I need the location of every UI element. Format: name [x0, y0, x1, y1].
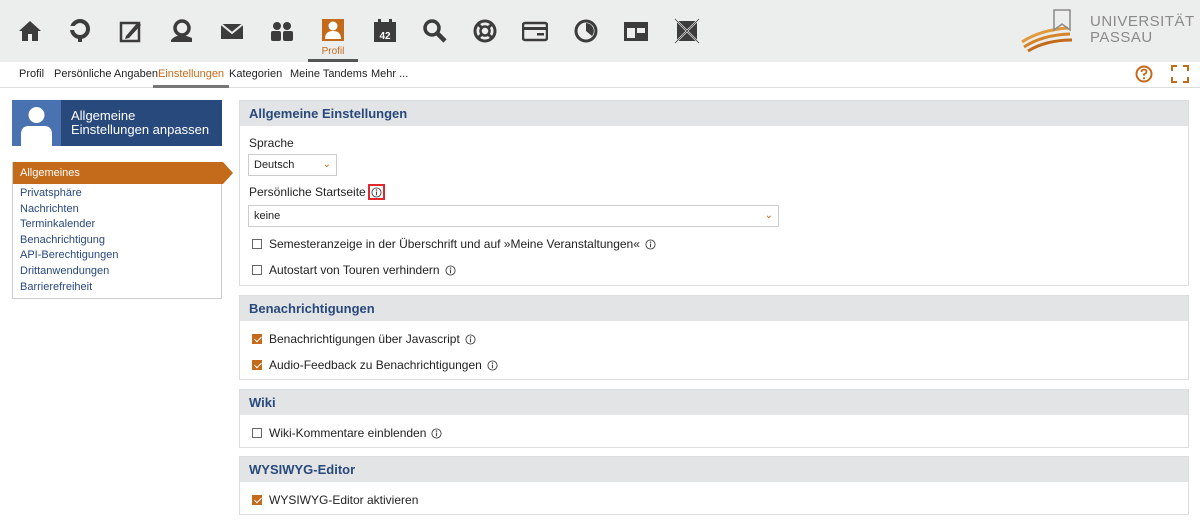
- js-notifications-row[interactable]: Benachrichtigungen über Javascript: [252, 332, 476, 346]
- sidebar-banner-title: Allgemeine Einstellungen anpassen: [71, 109, 209, 137]
- stats-icon[interactable]: [572, 18, 600, 48]
- people-icon[interactable]: [268, 18, 296, 48]
- profile-subnavigation: Profil Persönliche Angaben Einstellungen…: [0, 62, 1200, 88]
- js-notifications-label: Benachrichtigungen über Javascript: [269, 332, 460, 346]
- logo-line-1: UNIVERSITÄT: [1090, 13, 1195, 30]
- tab-persoenliche-angaben[interactable]: Persönliche Angaben: [49, 62, 163, 88]
- info-icon[interactable]: [645, 238, 656, 250]
- sidebar-menu: Allgemeines Privatsphäre Nachrichten Ter…: [12, 162, 233, 299]
- tab-einstellungen[interactable]: Einstellungen: [153, 62, 230, 88]
- autostart-checkbox[interactable]: [252, 265, 262, 275]
- info-icon: [371, 187, 382, 198]
- autostart-option-row[interactable]: Autostart von Touren verhindern: [252, 263, 456, 277]
- user-silhouette-icon: [12, 100, 61, 146]
- sidebar-item-barrierefreiheit[interactable]: Barrierefreiheit: [13, 280, 221, 296]
- logo-mark: [1021, 9, 1073, 53]
- startpage-select[interactable]: keine ⌄: [248, 205, 779, 227]
- wiki-panel: Wiki Wiki-Kommentare einblenden: [239, 389, 1189, 448]
- startpage-label-row: Persönliche Startseite: [249, 184, 385, 200]
- search-icon[interactable]: [421, 18, 449, 48]
- startpage-label: Persönliche Startseite: [249, 185, 366, 199]
- wysiwyg-enable-checkbox[interactable]: [252, 495, 262, 505]
- info-icon[interactable]: [445, 264, 456, 276]
- sidebar-item-nachrichten[interactable]: Nachrichten: [13, 202, 221, 218]
- startpage-info-highlight[interactable]: [367, 184, 385, 200]
- wiki-comments-checkbox[interactable]: [252, 428, 262, 438]
- sidebar-item-drittanwendungen[interactable]: Drittanwendungen: [13, 264, 221, 280]
- notifications-panel: Benachrichtigungen Benachrichtigungen üb…: [239, 295, 1189, 380]
- autostart-option-label: Autostart von Touren verhindern: [269, 263, 440, 277]
- sidebar-item-terminkalender[interactable]: Terminkalender: [13, 217, 221, 233]
- chevron-down-icon: ⌄: [764, 210, 773, 221]
- language-select[interactable]: Deutsch ⌄: [248, 154, 337, 176]
- info-icon[interactable]: [487, 359, 498, 371]
- help-icon[interactable]: [1135, 65, 1153, 83]
- wysiwyg-enable-label: WYSIWYG-Editor aktivieren: [269, 493, 419, 507]
- audio-feedback-label: Audio-Feedback zu Benachrichtigungen: [269, 358, 482, 372]
- wiki-comments-row[interactable]: Wiki-Kommentare einblenden: [252, 426, 442, 440]
- js-notifications-checkbox[interactable]: [252, 334, 262, 344]
- general-settings-title: Allgemeine Einstellungen: [240, 101, 1188, 126]
- fullscreen-icon[interactable]: [1171, 65, 1189, 83]
- avatar: [12, 100, 61, 146]
- sidebar-banner: Allgemeine Einstellungen anpassen: [12, 100, 222, 146]
- tab-profil[interactable]: Profil: [14, 62, 49, 88]
- wysiwyg-enable-row[interactable]: WYSIWYG-Editor aktivieren: [252, 493, 418, 507]
- sidebar-item-privatsphaere[interactable]: Privatsphäre: [13, 186, 221, 202]
- profile-nav-label: Profil: [321, 46, 345, 57]
- logo-line-2: PASSAU: [1090, 29, 1153, 46]
- startpage-select-value: keine: [254, 210, 281, 222]
- sidebar-banner-title-line-1: Allgemeine: [71, 108, 136, 123]
- profile-nav-item[interactable]: Profil: [308, 16, 358, 62]
- sidebar-banner-title-line-2: Einstellungen anpassen: [71, 122, 210, 137]
- sidebar-item-allgemeines[interactable]: Allgemeines: [13, 162, 233, 184]
- sidebar-item-benachrichtigung[interactable]: Benachrichtigung: [13, 233, 221, 249]
- logo-text: UNIVERSITÄT PASSAU: [1090, 14, 1195, 46]
- top-navigation-bar: Profil 42 UNIVERSITÄT PASSAU: [0, 0, 1200, 62]
- home-icon[interactable]: [16, 18, 44, 48]
- workspace-icon[interactable]: [117, 18, 145, 48]
- sidebar-item-api-berechtigungen[interactable]: API-Berechtigungen: [13, 248, 221, 264]
- language-label: Sprache: [249, 136, 294, 150]
- audio-feedback-row[interactable]: Audio-Feedback zu Benachrichtigungen: [252, 358, 498, 372]
- tab-mehr[interactable]: Mehr ...: [366, 62, 413, 88]
- general-settings-panel: Allgemeine Einstellungen Sprache Deutsch…: [239, 100, 1189, 286]
- tab-kategorien[interactable]: Kategorien: [224, 62, 287, 88]
- info-icon[interactable]: [465, 333, 476, 345]
- calendar-number: 42: [379, 31, 391, 42]
- wysiwyg-title: WYSIWYG-Editor: [240, 457, 1188, 482]
- semester-option-row[interactable]: Semesteranzeige in der Überschrift und a…: [252, 237, 656, 251]
- semester-option-label: Semesteranzeige in der Überschrift und a…: [269, 237, 640, 251]
- courses-icon[interactable]: [66, 18, 94, 48]
- admin-icon[interactable]: [622, 18, 650, 48]
- university-logo[interactable]: UNIVERSITÄT PASSAU: [1020, 4, 1195, 54]
- chevron-down-icon: ⌄: [322, 159, 331, 170]
- notifications-title: Benachrichtigungen: [240, 296, 1188, 321]
- wiki-title: Wiki: [240, 390, 1188, 415]
- wiki-comments-label: Wiki-Kommentare einblenden: [269, 426, 427, 440]
- language-select-value: Deutsch: [254, 159, 295, 171]
- info-icon[interactable]: [431, 427, 442, 439]
- semester-checkbox[interactable]: [252, 239, 262, 249]
- help-lifebuoy-icon[interactable]: [471, 18, 499, 48]
- tab-meine-tandems[interactable]: Meine Tandems: [285, 62, 372, 88]
- calendar-icon[interactable]: 42: [371, 18, 399, 48]
- system-icon[interactable]: [673, 18, 701, 48]
- audio-feedback-checkbox[interactable]: [252, 360, 262, 370]
- wysiwyg-panel: WYSIWYG-Editor WYSIWYG-Editor aktivieren: [239, 456, 1189, 515]
- mail-icon[interactable]: [218, 18, 246, 48]
- profile-icon: [322, 19, 344, 41]
- card-icon[interactable]: [521, 18, 549, 48]
- community-icon[interactable]: [167, 18, 195, 48]
